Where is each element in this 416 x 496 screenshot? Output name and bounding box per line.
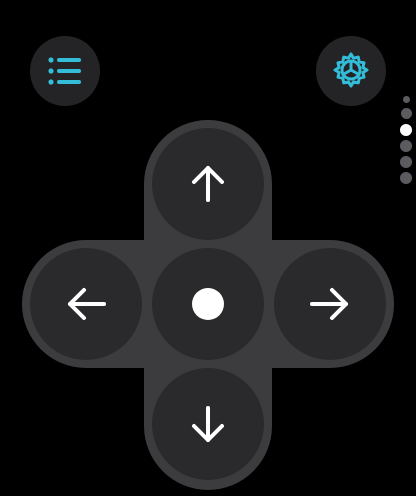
page-dot — [400, 140, 412, 152]
page-dot — [403, 96, 410, 103]
down-button[interactable] — [152, 368, 264, 480]
page-dot-active — [400, 124, 412, 136]
left-button[interactable] — [30, 248, 142, 360]
settings-button[interactable] — [316, 36, 386, 106]
up-button[interactable] — [152, 128, 264, 240]
select-button[interactable] — [152, 248, 264, 360]
page-dot — [400, 172, 412, 184]
menu-button[interactable] — [30, 36, 100, 106]
directional-pad — [22, 120, 394, 490]
arrow-down-icon — [192, 406, 224, 442]
gear-icon — [333, 52, 369, 88]
arrow-right-icon — [310, 288, 348, 320]
list-icon — [48, 57, 81, 85]
select-dot-icon — [192, 288, 224, 320]
arrow-up-icon — [192, 166, 224, 202]
page-dot — [400, 156, 412, 168]
page-dot — [401, 108, 412, 119]
right-button[interactable] — [274, 248, 386, 360]
arrow-left-icon — [68, 288, 106, 320]
